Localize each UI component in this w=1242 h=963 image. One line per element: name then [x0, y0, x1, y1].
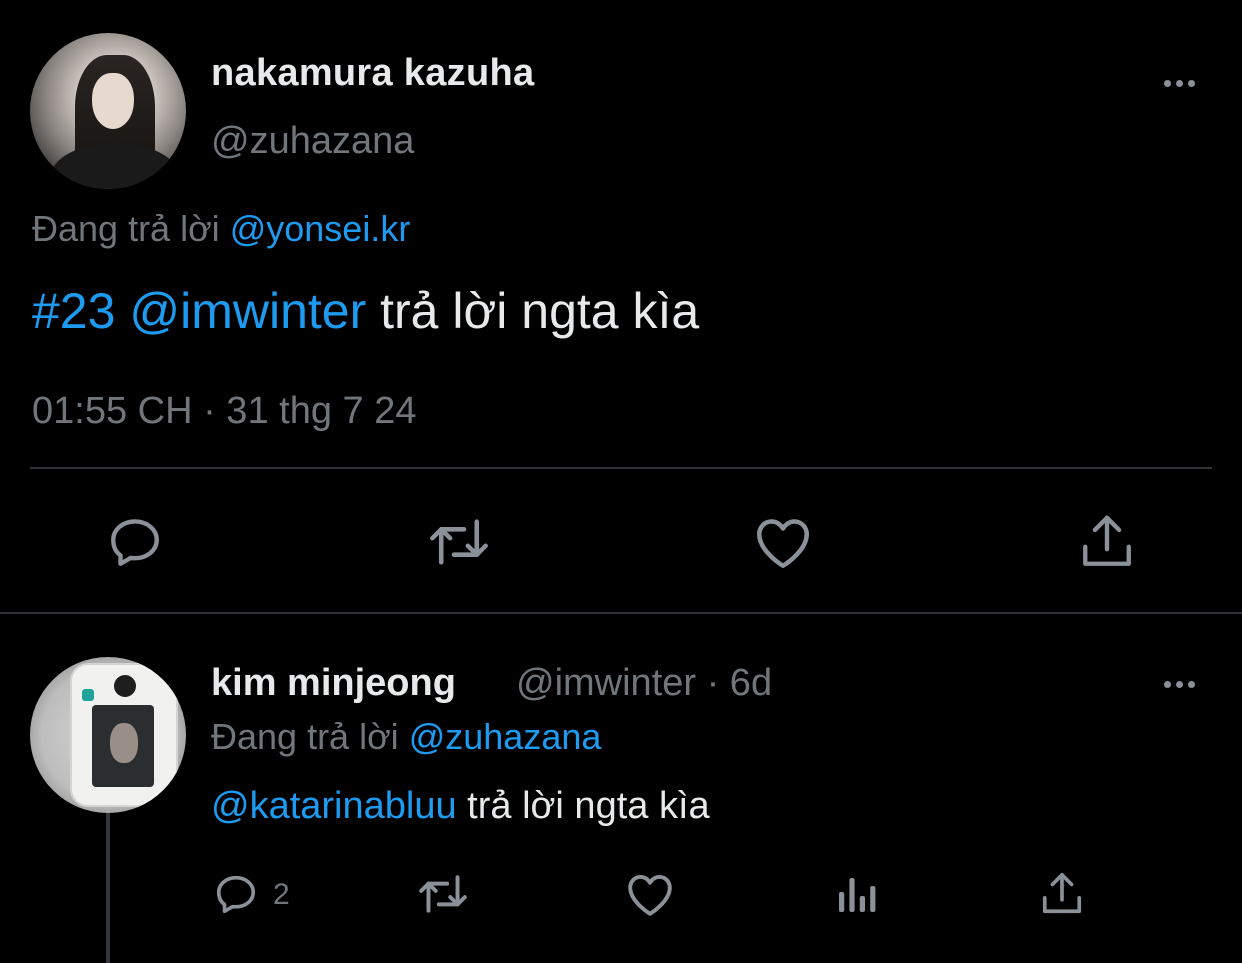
- replying-to-link[interactable]: @yonsei.kr: [230, 208, 411, 249]
- reply-count: 2: [273, 878, 290, 911]
- reply-retweet-icon[interactable]: [414, 868, 472, 920]
- reply-icon[interactable]: [100, 510, 170, 574]
- like-icon[interactable]: [748, 510, 818, 574]
- reply-share-icon[interactable]: [1036, 868, 1088, 920]
- reply-text: @katarinabluu trả lời ngta kìa: [211, 785, 710, 828]
- replying-to-line: Đang trả lời @yonsei.kr: [32, 208, 410, 250]
- author-avatar[interactable]: [30, 33, 186, 189]
- reply-replying-to-link[interactable]: @zuhazana: [409, 716, 602, 757]
- divider: [30, 467, 1212, 469]
- author-handle[interactable]: @zuhazana: [211, 120, 414, 163]
- tweet-body: trả lời ngta kìa: [380, 283, 700, 339]
- retweet-icon[interactable]: [424, 510, 494, 574]
- more-icon[interactable]: [1159, 76, 1199, 90]
- views-icon[interactable]: [832, 868, 882, 920]
- share-icon[interactable]: [1072, 510, 1142, 574]
- tweet-timestamp[interactable]: 01:55 CH · 31 thg 7 24: [32, 390, 416, 433]
- reply-like-icon[interactable]: [622, 868, 678, 920]
- tweet-detail-page: nakamura kazuha @zuhazana Đang trả lời @…: [0, 0, 1242, 963]
- tweet-text: #23 @imwinter trả lời ngta kìa: [32, 282, 699, 340]
- reply-author-name[interactable]: kim minjeong: [211, 662, 456, 705]
- thread-line: [106, 812, 110, 963]
- reply-author-avatar[interactable]: [30, 657, 186, 813]
- author-name[interactable]: nakamura kazuha: [211, 52, 534, 95]
- reply-reply-icon[interactable]: [210, 868, 262, 920]
- reply-author-meta[interactable]: @imwinter · 6d: [516, 662, 772, 705]
- reply-more-icon[interactable]: [1159, 677, 1199, 691]
- section-divider: [0, 612, 1242, 614]
- reply-body: trả lời ngta kìa: [467, 785, 710, 827]
- reply-replying-to-line: Đang trả lời @zuhazana: [211, 716, 601, 758]
- hashtag-link[interactable]: #23: [32, 283, 115, 339]
- mention-link[interactable]: @imwinter: [129, 283, 366, 339]
- reply-replying-prefix: Đang trả lời: [211, 716, 399, 757]
- replying-prefix: Đang trả lời: [32, 208, 220, 249]
- reply-mention-link[interactable]: @katarinabluu: [211, 785, 457, 827]
